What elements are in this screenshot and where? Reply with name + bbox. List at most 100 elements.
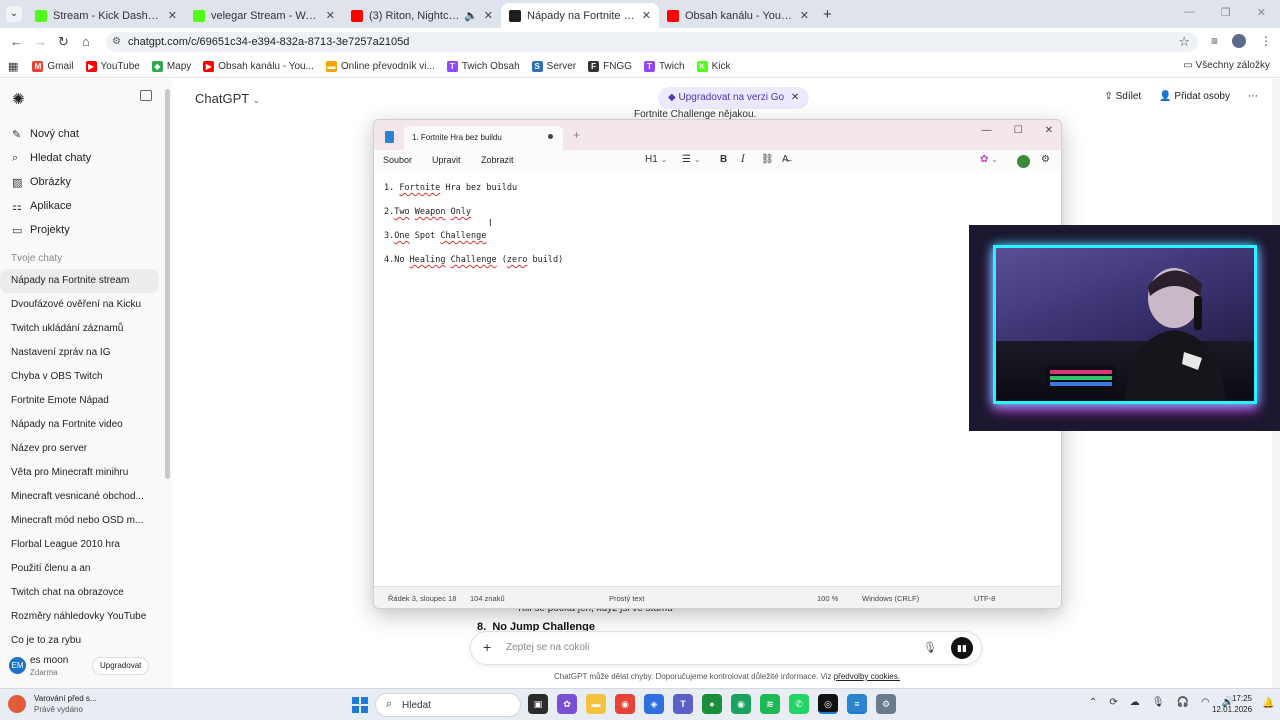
notification-bell-icon[interactable]: 🔔 [1262,698,1274,709]
site-info-icon[interactable]: ⚙ [112,32,121,52]
model-selector[interactable]: ChatGPT ⌄ [195,91,260,106]
chat-history-item[interactable]: Nápady na Fortnite stream [0,269,159,293]
bookmark-item[interactable]: ◆ Mapy [151,61,191,72]
upgrade-go-pill[interactable]: ◆ Upgradovat na verzi Go ✕ [658,87,810,109]
chat-history-item[interactable]: Fortnite Emote Nápad [0,389,164,413]
chat-history-item[interactable]: Minecraft mód nebo OSD m... [0,509,164,533]
minimize-icon[interactable]: — [982,125,992,136]
chat-history-item[interactable]: Nastavení zpráv na IG [0,341,164,365]
browser-tab[interactable]: Stream - Kick Dashboard ✕ [27,3,185,28]
bookmark-item[interactable]: K Kick [696,61,730,72]
notepad-titlebar[interactable]: 1. Fortnite Hra bez buildu + — ☐ ✕ [374,120,1061,150]
sidebar-scrollbar[interactable] [165,89,170,479]
sidebar-nav-item[interactable]: ▭ Projekty [0,218,172,242]
more-options-icon[interactable]: ⋯ [1248,91,1258,102]
reload-icon[interactable]: ↻ [58,34,69,50]
italic-icon[interactable]: I [741,154,745,165]
bookmark-item[interactable]: S Server [531,61,576,72]
bookmark-item[interactable]: F FNGG [588,61,632,72]
menu-file[interactable]: Soubor [383,155,412,165]
add-attachment-icon[interactable]: + [483,639,491,655]
link-icon[interactable]: ⛓ [761,154,774,165]
browser-tab[interactable]: Nápady na Fortnite stream ✕ [501,3,659,28]
bookmark-star-icon[interactable]: ☆ [1178,32,1190,52]
taskbar-clock[interactable]: 17:25 12.01.2026 [1212,693,1252,715]
menu-view[interactable]: Zobrazit [481,155,514,165]
user-avatar[interactable]: EM [9,657,26,674]
media-controls-icon[interactable]: ≡ [1211,34,1218,48]
notepad-new-tab-button[interactable]: + [573,128,580,142]
chat-history-item[interactable]: Chyba v OBS Twitch [0,365,164,389]
headset-icon[interactable]: 🎧 [1176,697,1188,708]
forward-icon[interactable]: → [34,34,47,49]
chat-history-item[interactable]: Dvoufázové ověření na Kicku [0,293,164,317]
chrome-icon[interactable]: ◉ [615,694,635,714]
chat-history-item[interactable]: Název pro server [0,437,164,461]
close-tab-icon[interactable]: ✕ [484,9,493,22]
chat-history-item[interactable]: Minecraft vesnicané obchod... [0,485,164,509]
wifi-icon[interactable]: ◠ [1201,697,1210,708]
list-icon[interactable]: ☰ ⌄ [682,154,700,165]
tab-search-dropdown-icon[interactable]: ⌄ [6,6,22,22]
chat-history-item[interactable]: Věta pro Minecraft minihru [0,461,164,485]
clear-format-icon[interactable]: A̶ [782,154,789,165]
prompt-composer[interactable]: + Zeptej se na cokoli 🎙 ▮▮ [470,631,982,665]
notepad-tab[interactable]: 1. Fortnite Hra bez buildu [404,126,563,150]
add-people-button[interactable]: 👤 Přidat osoby [1159,91,1230,102]
back-icon[interactable]: ← [10,34,23,49]
whatsapp-icon[interactable]: ✆ [789,694,809,714]
maximize-icon[interactable]: ☐ [1014,125,1023,136]
chat-history-item[interactable]: Twitch chat na obrazovce [0,581,164,605]
chat-history-item[interactable]: Florbal League 2010 hra [0,533,164,557]
bookmark-item[interactable]: T Twich Obsah [446,61,520,72]
profile-avatar-icon[interactable] [1232,34,1246,48]
microphone-icon[interactable]: 🎙 [923,641,937,654]
spotify-icon[interactable]: ≋ [760,694,780,714]
mic-tray-icon[interactable]: 🎙 [1152,697,1165,708]
close-window-icon[interactable]: ✕ [1257,6,1266,19]
obs-icon[interactable]: ◎ [818,694,838,714]
user-panel[interactable]: EM es moon Zdarma Upgradovat [0,649,172,687]
browser-tab[interactable]: Obsah kanálu - YouTube Studio ✕ [659,3,817,28]
heading-select[interactable]: H1 ⌄ [645,154,667,165]
chevron-up-icon[interactable]: ⌃ [1089,697,1097,708]
windows-start-icon[interactable] [352,697,368,713]
cookie-prefs-link[interactable]: předvolby cookies. [834,672,900,681]
chat-history-item[interactable]: Použití členu a an [0,557,164,581]
copilot-icon[interactable]: ✿ ⌄ [980,154,998,165]
close-icon[interactable]: ✕ [791,92,799,103]
audio-icon[interactable]: 🔈 [464,9,478,22]
bookmark-item[interactable]: ▶ Obsah kanálu - You... [203,61,314,72]
bold-icon[interactable]: B [720,154,727,165]
store-icon[interactable]: ◈ [644,694,664,714]
minimize-icon[interactable]: — [1184,6,1195,19]
prompt-input[interactable]: Zeptej se na cokoli [506,642,589,653]
bookmark-item[interactable]: ▶ YouTube [85,61,140,72]
chat-history-item[interactable]: Rozměry náhledovky YouTube [0,605,164,629]
network-icon[interactable]: ⟳ [1109,697,1117,708]
copilot-icon[interactable]: ✿ [557,694,577,714]
notepad-editor[interactable]: I 1. Fortnite Hra bez buildu 2.Two Weapon… [374,172,1061,586]
openai-logo-icon[interactable]: ✺ [12,90,25,108]
close-tab-icon[interactable]: ✕ [642,9,651,22]
apps-grid-icon[interactable]: ▦ [8,60,18,73]
share-button[interactable]: ⇪ Sdílet [1104,91,1141,102]
chat-history-item[interactable]: Twitch ukládání záznamů [0,317,164,341]
green-app-icon[interactable]: ● [702,694,722,714]
all-bookmarks-button[interactable]: ▭ Všechny záložky [1183,60,1270,71]
file-explorer-icon[interactable]: ▬ [586,694,606,714]
taskbar-search[interactable]: ⌕ Hledat [375,693,521,717]
menu-edit[interactable]: Upravit [432,155,461,165]
browser-tab[interactable]: velegar Stream - Watch Live on Kick ✕ [185,3,343,28]
unsaved-dot-icon[interactable] [548,134,553,139]
sidebar-nav-item[interactable]: ⌕ Hledat chaty [0,146,172,170]
close-tab-icon[interactable]: ✕ [326,9,335,22]
sidebar-nav-item[interactable]: ⚏ Aplikace [0,194,172,218]
new-tab-button[interactable]: + [823,6,832,23]
close-icon[interactable]: ✕ [1045,125,1053,136]
url-field[interactable]: ⚙ chatgpt.com/c/69651c34-e394-832a-8713-… [106,32,1198,52]
status-zoom[interactable]: 100 % [817,594,838,603]
browser-tab[interactable]: (3) Riton, Nightcrawlers - Fri 🔈 ✕ [343,3,501,28]
browser-menu-icon[interactable]: ⋮ [1260,34,1272,48]
task-view-icon[interactable]: ▣ [528,694,548,714]
